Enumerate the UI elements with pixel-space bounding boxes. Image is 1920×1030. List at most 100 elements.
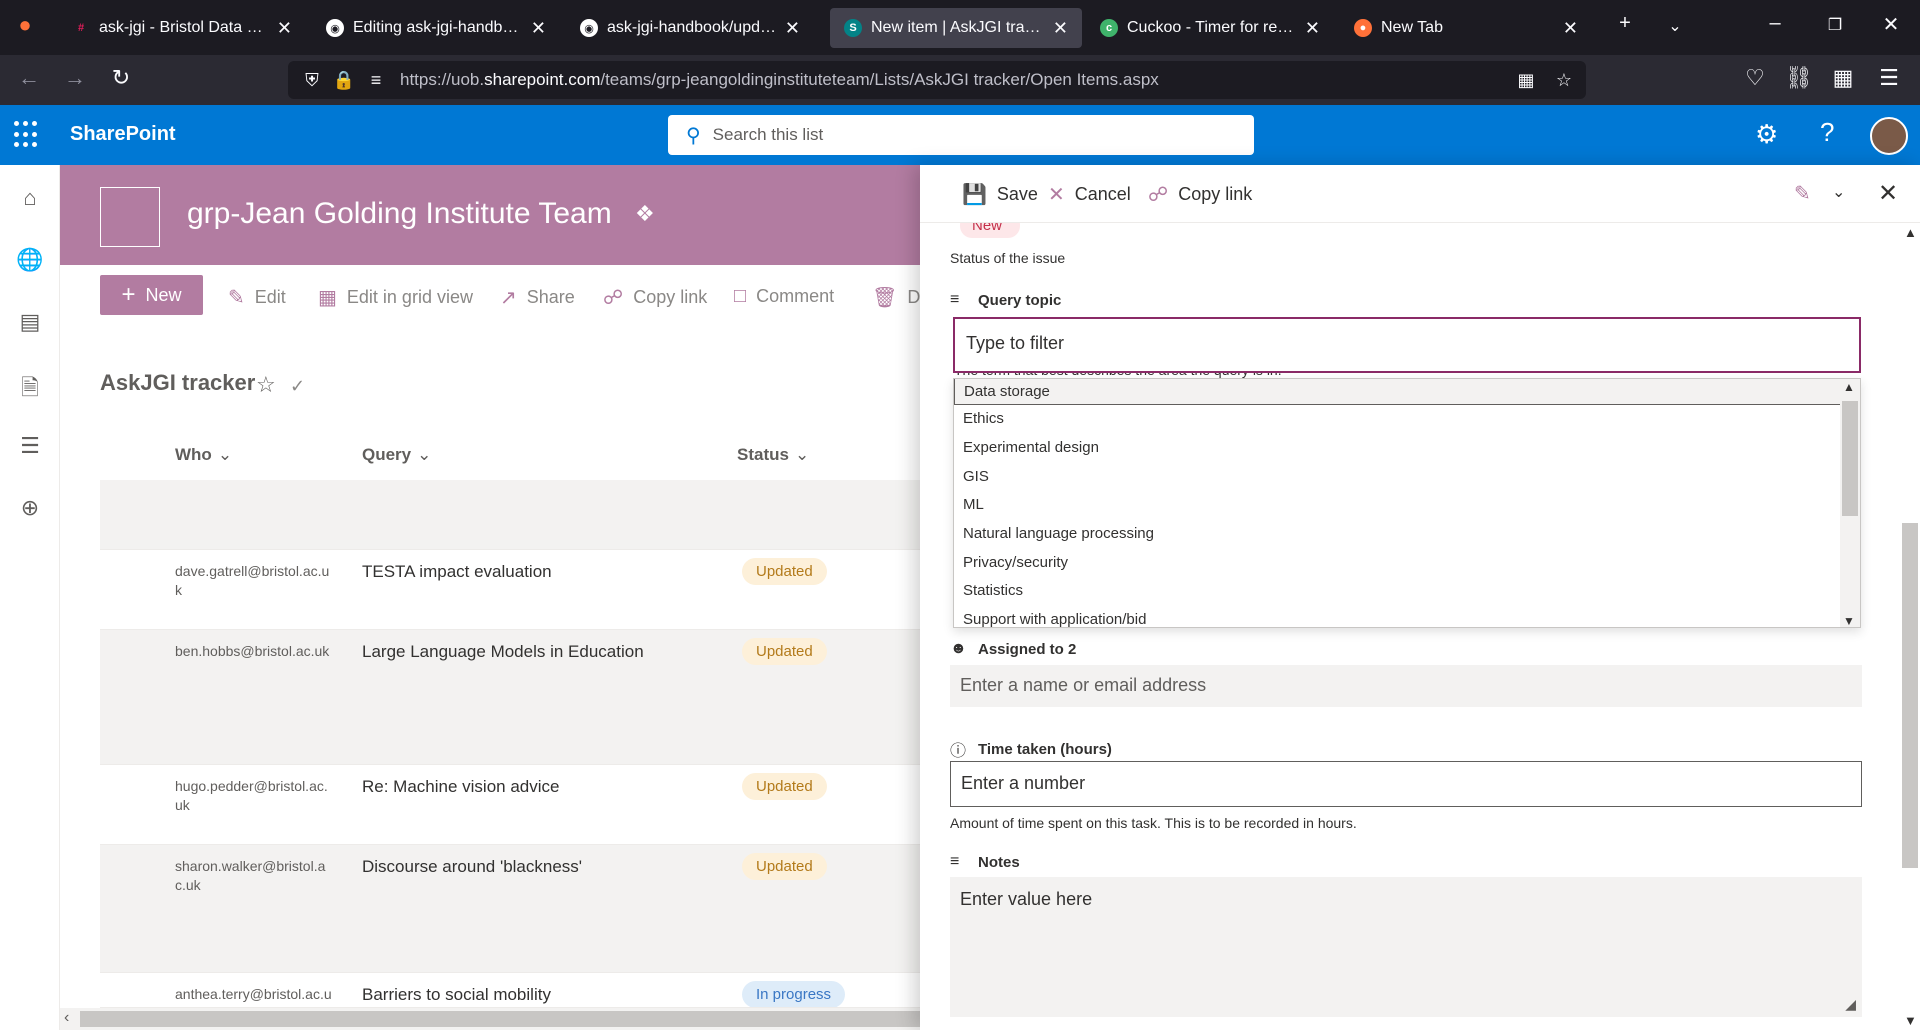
resize-handle-icon[interactable]: ◢ (1845, 996, 1856, 1013)
list-title[interactable]: AskJGI tracker (100, 370, 255, 396)
scrollbar-thumb[interactable] (1902, 523, 1918, 868)
minimize-icon[interactable]: – (1760, 12, 1790, 35)
close-tab-icon[interactable]: ✕ (277, 18, 292, 39)
query-cell[interactable]: Large Language Models in Education (362, 642, 644, 662)
window-close-icon[interactable]: ✕ (1876, 12, 1906, 37)
time-taken-input[interactable]: Enter a number (950, 761, 1862, 807)
panel-copy-link-button[interactable]: ☍ Copy link (1148, 182, 1252, 207)
dropdown-option[interactable]: Natural language processing (954, 520, 1842, 548)
close-tab-icon[interactable]: ✕ (785, 18, 800, 39)
dropdown-option[interactable]: Ethics (954, 405, 1842, 433)
edit-form-icon[interactable]: ✎ (1794, 181, 1811, 206)
firefox-menu-icon[interactable]: ● (10, 12, 40, 38)
restore-icon[interactable]: ❐ (1820, 15, 1850, 35)
scrollbar-thumb[interactable] (1842, 401, 1858, 516)
table-row-empty[interactable] (100, 480, 920, 550)
permissions-icon[interactable]: ≡ (360, 70, 392, 91)
copy-link-button[interactable]: ☍ Copy link (603, 285, 707, 310)
hamburger-menu-icon[interactable]: ☰ (1874, 65, 1904, 91)
table-row[interactable]: dave.gatrell@bristol.ac.uk TESTA impact … (100, 550, 920, 630)
column-header-who[interactable]: Who ⌄ (175, 445, 232, 465)
qr-code-icon[interactable]: ▦ (1510, 70, 1542, 91)
dropdown-option[interactable]: GIS (954, 463, 1842, 491)
close-tab-icon[interactable]: ✕ (531, 18, 546, 39)
sharepoint-brand[interactable]: SharePoint (70, 123, 176, 146)
scroll-left-icon[interactable]: ‹ (64, 1009, 69, 1027)
query-topic-dropdown[interactable]: Data storage Ethics Experimental design … (953, 378, 1861, 628)
address-bar[interactable]: ⛨ 🔒 ≡ https://uob.sharepoint.com/teams/g… (288, 61, 1586, 99)
query-cell[interactable]: Discourse around 'blackness' (362, 857, 582, 877)
extensions-icon[interactable]: ⛓ (1784, 65, 1814, 91)
search-box[interactable]: ⚲ Search this list (668, 115, 1254, 155)
list-tabs-chevron-icon[interactable]: ⌄ (1660, 16, 1690, 36)
close-tab-icon[interactable]: ✕ (1305, 18, 1320, 39)
table-row[interactable]: sharon.walker@bristol.ac.uk Discourse ar… (100, 845, 920, 973)
close-tab-icon[interactable]: ✕ (1563, 18, 1578, 39)
dropdown-scrollbar[interactable]: ▲ ▼ (1840, 379, 1860, 627)
query-cell[interactable]: TESTA impact evaluation (362, 562, 552, 582)
share-button[interactable]: ↗ Share (500, 285, 575, 310)
close-panel-icon[interactable]: ✕ (1878, 179, 1898, 208)
back-icon[interactable]: ← (14, 65, 44, 91)
query-cell[interactable]: Re: Machine vision advice (362, 777, 559, 797)
document-icon[interactable]: 🗎 (16, 371, 44, 400)
dropdown-option[interactable]: Data storage (954, 379, 1842, 405)
tab-new-tab[interactable]: ● New Tab ✕ (1340, 8, 1592, 48)
forward-icon[interactable]: → (60, 65, 90, 91)
create-plus-icon[interactable]: ⊕ (16, 495, 44, 523)
tab-sharepoint-new-item[interactable]: S New item | AskJGI tracker ✕ (830, 8, 1082, 48)
teams-icon[interactable]: ❖ (635, 201, 655, 227)
home-icon[interactable]: ⌂ (16, 185, 44, 213)
edit-grid-button[interactable]: ▦ Edit in grid view (318, 285, 473, 310)
new-tab-icon[interactable]: + (1610, 12, 1640, 35)
lists-icon[interactable]: ☰ (16, 433, 44, 461)
globe-icon[interactable]: 🌐 (16, 247, 44, 275)
scroll-down-icon[interactable]: ▼ (1843, 614, 1855, 627)
query-cell[interactable]: Barriers to social mobility (362, 985, 551, 1005)
close-tab-icon[interactable]: ✕ (1053, 18, 1068, 39)
dropdown-option[interactable]: Experimental design (954, 434, 1842, 462)
table-row[interactable]: hugo.pedder@bristol.ac.uk Re: Machine vi… (100, 765, 920, 845)
cancel-button[interactable]: ✕ Cancel (1048, 182, 1131, 207)
site-title[interactable]: grp-Jean Golding Institute Team (187, 197, 612, 231)
notes-textarea[interactable]: Enter value here ◢ (950, 877, 1862, 1017)
tab-cuckoo[interactable]: c Cuckoo - Timer for remote t ✕ (1086, 8, 1334, 48)
query-topic-filter-input[interactable]: Type to filter (953, 317, 1861, 373)
scroll-down-icon[interactable]: ▼ (1904, 1013, 1917, 1028)
dropdown-option[interactable]: Support with application/bid (954, 606, 1842, 627)
table-row[interactable]: anthea.terry@bristol.ac.uk Barriers to s… (100, 973, 920, 1008)
scroll-up-icon[interactable]: ▲ (1904, 225, 1917, 240)
bookmark-star-icon[interactable]: ☆ (1548, 70, 1580, 91)
chevron-down-icon[interactable]: ⌄ (1832, 182, 1845, 202)
help-icon[interactable]: ? (1820, 117, 1834, 148)
table-row[interactable]: ben.hobbs@bristol.ac.uk Large Language M… (100, 630, 920, 765)
scrollbar-thumb[interactable] (80, 1011, 945, 1027)
favorite-star-icon[interactable]: ☆ (256, 372, 276, 398)
lock-icon[interactable]: 🔒 (328, 70, 360, 91)
shield-icon[interactable]: ⛨ (296, 70, 328, 91)
site-logo[interactable] (100, 187, 160, 247)
dropdown-option[interactable]: Statistics (954, 577, 1842, 605)
url-text[interactable]: https://uob.sharepoint.com/teams/grp-jea… (400, 70, 1159, 90)
dropdown-option[interactable]: ML (954, 491, 1842, 519)
comment-button[interactable]: □ Comment (734, 285, 834, 308)
reload-icon[interactable]: ↻ (106, 65, 136, 91)
tab-github-update[interactable]: ◉ ask-jgi-handbook/update-t ✕ (566, 8, 814, 48)
assigned-to-2-input[interactable]: Enter a name or email address (950, 665, 1862, 707)
save-button[interactable]: 💾 Save (962, 182, 1038, 207)
app-launcher-icon[interactable] (14, 121, 42, 149)
column-header-query[interactable]: Query ⌄ (362, 445, 431, 465)
column-header-status[interactable]: Status ⌄ (737, 445, 809, 465)
edit-button[interactable]: ✎ Edit (228, 285, 286, 310)
settings-gear-icon[interactable]: ⚙ (1755, 119, 1778, 150)
scroll-up-icon[interactable]: ▲ (1843, 380, 1855, 394)
dropdown-option[interactable]: Privacy/security (954, 549, 1842, 577)
news-icon[interactable]: ▤ (16, 309, 44, 337)
tab-slack[interactable]: # ask-jgi - Bristol Data Science ✕ (58, 8, 306, 48)
list-horizontal-scrollbar[interactable]: ‹ (60, 1008, 945, 1030)
pocket-icon[interactable]: ♡ (1740, 65, 1770, 91)
panel-scrollbar[interactable]: ▲ ▼ (1900, 223, 1920, 1030)
apps-grid-icon[interactable]: ▦ (1828, 65, 1858, 91)
tab-github-editing[interactable]: ◉ Editing ask-jgi-handbook/u ✕ (312, 8, 560, 48)
avatar[interactable] (1870, 117, 1908, 155)
